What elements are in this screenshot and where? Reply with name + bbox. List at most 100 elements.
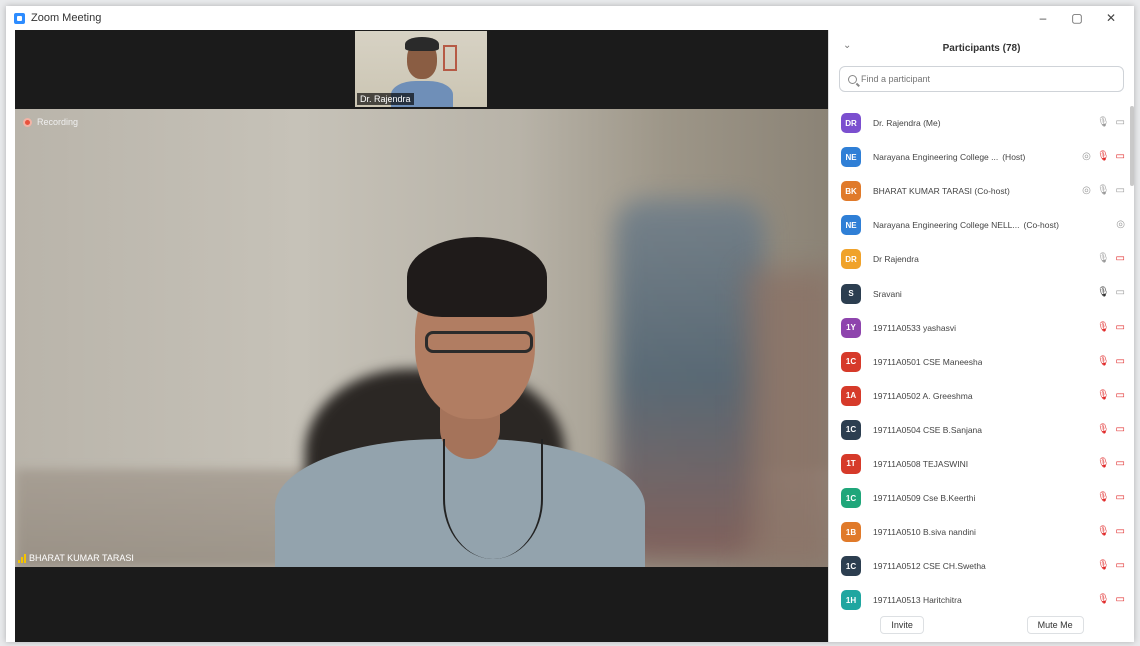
mute-me-button[interactable]: Mute Me: [1026, 616, 1084, 634]
avatar: 1C: [841, 488, 861, 509]
invite-button[interactable]: Invite: [880, 616, 924, 634]
microphone-muted-icon: 🎙︎: [1096, 457, 1110, 469]
avatar: BK: [841, 181, 861, 202]
chevron-down-icon[interactable]: ⌄: [843, 40, 851, 51]
participant-list: DR Dr. Rajendra (Me) 🎙︎ ▭ NE Narayana Enginee…: [829, 106, 1129, 617]
participant-row[interactable]: 1T 19711A0508 TEJASWINI 🎙︎ ▭: [829, 447, 1129, 481]
avatar: 1C: [841, 419, 861, 440]
participant-name: 19711A0533 yashasvi: [873, 322, 957, 333]
speaker-lanyard: [443, 439, 543, 559]
screen-share-icon: ◎: [1082, 185, 1091, 197]
speaker-glasses: [425, 331, 533, 353]
participant-status-icons: 🎙︎ ▭: [1097, 345, 1125, 379]
participant-search[interactable]: [839, 66, 1124, 92]
thumbnail-video[interactable]: Dr. Rajendra: [355, 31, 487, 107]
participant-name: Narayana Engineering College NELL...: [873, 220, 1020, 231]
participant-role: (Host): [1002, 152, 1026, 163]
microphone-muted-icon: 🎙︎: [1096, 389, 1110, 401]
microphone-muted-icon: 🎙︎: [1096, 423, 1110, 435]
camera-off-icon: ▭: [1115, 594, 1125, 606]
participant-name: Dr. Rajendra (Me): [873, 118, 941, 129]
screen-share-icon: ◎: [1116, 219, 1125, 231]
camera-icon: ▭: [1115, 185, 1125, 197]
participant-name: 19711A0510 B.siva nandini: [873, 527, 976, 538]
camera-icon: ▭: [1115, 287, 1125, 299]
speaker-name-tag: BHARAT KUMAR TARASI: [15, 552, 137, 564]
participant-status-icons: 🎙︎ ▭: [1097, 106, 1125, 140]
participant-row[interactable]: 1Y 19711A0533 yashasvi 🎙︎ ▭: [829, 311, 1129, 345]
participant-row[interactable]: NE Narayana Engineering College ... (Host)…: [829, 140, 1129, 174]
participant-row[interactable]: DR Dr. Rajendra (Me) 🎙︎ ▭: [829, 106, 1129, 140]
microphone-icon: 🎙︎: [1096, 287, 1110, 299]
participant-row[interactable]: S Sravani 🎙︎ ▭: [829, 276, 1129, 310]
participant-status-icons: 🎙︎ ▭: [1097, 242, 1125, 276]
participant-name: 19711A0508 TEJASWINI: [873, 458, 969, 469]
recording-indicator[interactable]: Recording: [23, 117, 78, 127]
participant-status-icons: 🎙︎ ▭: [1097, 515, 1125, 549]
camera-off-icon: ▭: [1115, 526, 1125, 538]
window-controls: – ▢ ✕: [1026, 6, 1128, 30]
camera-off-icon: ▭: [1115, 389, 1125, 401]
avatar: NE: [841, 147, 861, 168]
microphone-muted-icon: 🎙︎: [1096, 560, 1110, 572]
participant-role: (Co-host): [1023, 220, 1059, 231]
microphone-icon: 🎙︎: [1096, 185, 1110, 197]
avatar: 1B: [841, 522, 861, 543]
participant-status-icons: 🎙︎ ▭: [1097, 481, 1125, 515]
participant-list-scrollbar[interactable]: [1130, 106, 1134, 186]
avatar: 1A: [841, 385, 861, 406]
participant-name: Dr Rajendra: [873, 254, 919, 265]
participant-status-icons: ◎ 🎙︎ ▭: [1082, 140, 1125, 174]
participant-row[interactable]: 1A 19711A0502 A. Greeshma 🎙︎ ▭: [829, 379, 1129, 413]
participant-status-icons: 🎙︎ ▭: [1097, 379, 1125, 413]
participant-status-icons: 🎙︎ ▭: [1097, 311, 1125, 345]
microphone-muted-icon: 🎙︎: [1096, 526, 1110, 538]
active-speaker-video[interactable]: Recording BHARAT KUMAR TARASI: [15, 109, 828, 567]
participant-name: 19711A0502 A. Greeshma: [873, 390, 973, 401]
zoom-app-icon: [14, 12, 25, 24]
camera-off-icon: ▭: [1115, 253, 1125, 265]
screen-share-icon: ◎: [1082, 151, 1091, 163]
avatar: S: [841, 283, 861, 304]
window-title: Zoom Meeting: [31, 12, 102, 24]
participant-name: Narayana Engineering College ...: [873, 152, 999, 163]
search-input[interactable]: [861, 74, 1101, 84]
participant-name: 19711A0513 Haritchitra: [873, 595, 962, 606]
participant-row[interactable]: 1C 19711A0512 CSE CH.Swetha 🎙︎ ▭: [829, 549, 1129, 583]
avatar: NE: [841, 215, 861, 236]
participant-status-icons: 🎙︎ ▭: [1097, 549, 1125, 583]
participant-row[interactable]: NE Narayana Engineering College NELL... (C…: [829, 208, 1129, 242]
background-object: [745, 269, 828, 567]
camera-icon: ▭: [1115, 117, 1125, 128]
participants-header: ⌄ Participants (78): [829, 30, 1134, 66]
participant-status-icons: ◎: [1116, 208, 1125, 242]
participant-row[interactable]: 1C 19711A0501 CSE Maneesha 🎙︎ ▭: [829, 345, 1129, 379]
microphone-muted-icon: 🎙︎: [1096, 594, 1110, 606]
video-area: Dr. Rajendra Recording BHARAT KUMAR TARA…: [15, 30, 828, 642]
avatar: 1C: [841, 351, 861, 372]
microphone-muted-icon: 🎙︎: [1096, 492, 1110, 504]
microphone-muted-icon: 🎙︎: [1096, 151, 1110, 163]
avatar: DR: [841, 113, 861, 134]
avatar: 1Y: [841, 317, 861, 338]
camera-off-icon: ▭: [1115, 423, 1125, 435]
camera-off-icon: ▭: [1115, 321, 1125, 333]
participant-row[interactable]: BK BHARAT KUMAR TARASI (Co-host) ◎ 🎙︎ ▭: [829, 174, 1129, 208]
participant-row[interactable]: 1C 19711A0509 Cse B.Keerthi 🎙︎ ▭: [829, 481, 1129, 515]
participant-name: 19711A0504 CSE B.Sanjana: [873, 424, 983, 435]
participant-status-icons: 🎙︎ ▭: [1097, 276, 1125, 310]
signal-strength-icon: [18, 553, 26, 563]
participant-name: 19711A0501 CSE Maneesha: [873, 356, 983, 367]
participant-row[interactable]: 1C 19711A0504 CSE B.Sanjana 🎙︎ ▭: [829, 413, 1129, 447]
participant-row[interactable]: 1B 19711A0510 B.siva nandini 🎙︎ ▭: [829, 515, 1129, 549]
participant-name: BHARAT KUMAR TARASI (Co-host): [873, 186, 1010, 197]
participant-row[interactable]: DR Dr Rajendra 🎙︎ ▭: [829, 242, 1129, 276]
participant-name: Sravani: [873, 288, 902, 299]
wall-frame: [443, 45, 457, 71]
minimize-button[interactable]: –: [1026, 6, 1060, 30]
maximize-button[interactable]: ▢: [1060, 6, 1094, 30]
avatar: 1C: [841, 556, 861, 577]
participants-panel: ⌄ Participants (78) DR Dr. Rajendra (Me) 🎙…: [828, 30, 1134, 642]
close-button[interactable]: ✕: [1094, 6, 1128, 30]
recording-label: Recording: [37, 117, 79, 127]
